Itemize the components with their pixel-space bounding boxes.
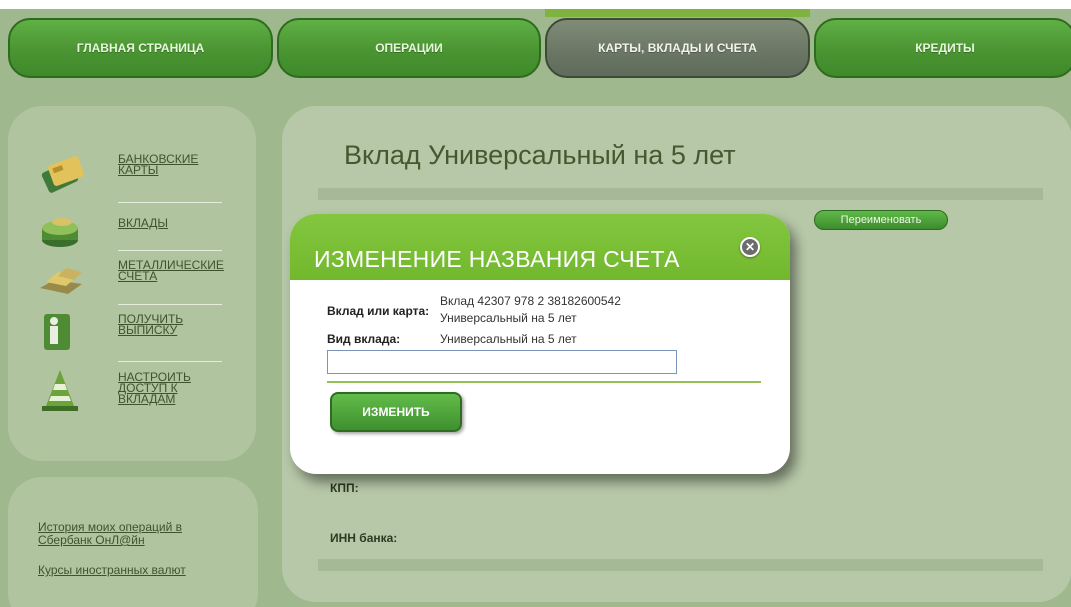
traffic-cone-icon [42,370,78,411]
rename-button-label: Переименовать [840,214,922,226]
submit-button-label: ИЗМЕНИТЬ [362,405,430,419]
dialog-title: ИЗМЕНЕНИЕ НАЗВАНИЯ СЧЕТА [314,246,680,272]
deposit-number: Вклад 42307 978 2 38182600542 [440,294,621,308]
close-icon[interactable]: ✕ [740,237,760,257]
account-name-input[interactable] [327,350,677,374]
rename-account-dialog: ИЗМЕНЕНИЕ НАЗВАНИЯ СЧЕТА ✕ Вклад или кар… [290,214,790,474]
tab-label: КРЕДИТЫ [915,41,975,55]
divider-bar [318,559,1043,571]
deposit-type-value: Универсальный на 5 лет [440,332,577,346]
tab-label: КАРТЫ, ВКЛАДЫ И СЧЕТА [598,41,757,55]
tab-main-page[interactable]: ГЛАВНАЯ СТРАНИЦА [8,18,273,78]
tab-cards-deposits-accounts[interactable]: КАРТЫ, ВКЛАДЫ И СЧЕТА [545,18,810,78]
operations-history-link[interactable]: История моих операций в Сбербанк ОнЛ@йн [38,521,238,547]
sidebar-item-label: ВКЛАДЫ [118,216,169,230]
sidebar-divider [118,361,222,362]
divider-bar [318,188,1043,200]
sidebar-item-configure-access[interactable]: НАСТРОИТЬ ДОСТУП К ВКЛАДАМ [38,366,248,418]
tab-label: ОПЕРАЦИИ [375,41,443,55]
deposit-icon [42,218,78,247]
sidebar-item-metal-accounts[interactable]: МЕТАЛЛИЧЕСКИЕ СЧЕТА [38,254,248,306]
deposit-type-label: Вид вклада: [327,332,401,346]
tab-credits[interactable]: КРЕДИТЫ [814,18,1071,78]
deposit-name: Универсальный на 5 лет [440,311,577,325]
currency-rates-link[interactable]: Курсы иностранных валют [38,564,186,577]
sidebar-divider [118,202,222,203]
sidebar-divider [118,250,222,251]
sidebar-item-get-statement[interactable]: ПОЛУЧИТЬ ВЫПИСКУ [38,308,248,360]
active-tab-accent [545,9,810,17]
sidebar-item-label: БАНКОВСКИЕ КАРТЫ [118,152,199,177]
sidebar-divider [118,304,222,305]
inn-label: ИНН банка: [330,531,398,545]
dialog-divider [327,381,761,383]
submit-button[interactable]: ИЗМЕНИТЬ [330,392,462,432]
tab-operations[interactable]: ОПЕРАЦИИ [277,18,541,78]
bank-card-icon [41,156,84,193]
info-icon [44,314,70,350]
sidebar-item-bank-cards[interactable]: БАНКОВСКИЕ КАРТЫ [38,148,248,200]
sidebar-links-panel: История моих операций в Сбербанк ОнЛ@йн … [8,477,258,607]
page-title: Вклад Универсальный на 5 лет [344,140,736,170]
tab-label: ГЛАВНАЯ СТРАНИЦА [76,41,205,55]
gold-bars-icon [40,268,82,294]
sidebar: БАНКОВСКИЕ КАРТЫ ВКЛАДЫ МЕТАЛЛИЧЕСКИЕ СЧ… [8,106,256,461]
deposit-label: Вклад или карта: [327,304,430,318]
sidebar-item-label: МЕТАЛЛИЧЕСКИЕ СЧЕТА [118,258,224,283]
kpp-label: КПП: [330,481,359,495]
rename-button[interactable]: Переименовать [814,210,948,230]
sidebar-item-label: ПОЛУЧИТЬ ВЫПИСКУ [118,312,184,337]
sidebar-item-label: НАСТРОИТЬ ДОСТУП К ВКЛАДАМ [118,370,191,406]
